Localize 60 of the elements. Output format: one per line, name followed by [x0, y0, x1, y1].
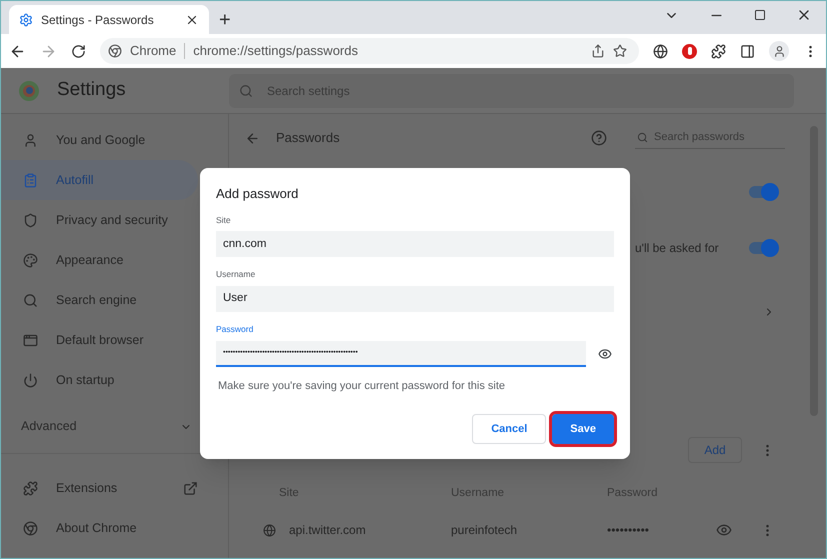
- maximize-icon[interactable]: [754, 9, 766, 21]
- tab-title: Settings - Passwords: [41, 12, 155, 28]
- globe-icon: [263, 524, 276, 536]
- sidebar-item[interactable]: Privacy and security: [1, 200, 198, 240]
- input-field[interactable]: cnn.com: [216, 231, 614, 258]
- share-icon[interactable]: [591, 44, 605, 58]
- puzzle-icon: [23, 480, 38, 496]
- table-cell-text: pureinfotech: [451, 522, 518, 539]
- field-label: Password: [216, 323, 254, 336]
- dialog-title: Add password: [216, 185, 300, 203]
- sidebar-item[interactable]: About Chrome: [1, 508, 228, 548]
- sidebar-item[interactable]: Appearance: [1, 240, 198, 280]
- input-field[interactable]: User: [216, 286, 614, 312]
- extension-icon[interactable]: [682, 44, 697, 58]
- search-icon: [23, 292, 38, 308]
- new-tab-button[interactable]: +: [219, 10, 231, 30]
- puzzle-icon[interactable]: [711, 44, 726, 58]
- globe-icon[interactable]: [653, 44, 668, 58]
- page-title: Passwords: [276, 129, 341, 148]
- search-icon: [637, 132, 648, 143]
- toggle-switch[interactable]: [749, 186, 777, 198]
- sidebar-item[interactable]: Extensions: [1, 468, 228, 508]
- gear-icon: [19, 12, 33, 26]
- sidebar-item[interactable]: Default browser: [1, 320, 198, 360]
- cancel-button[interactable]: Cancel: [472, 414, 546, 444]
- power-icon: [23, 372, 38, 388]
- field-label: Username: [216, 268, 256, 281]
- browser-window-icon: [23, 332, 38, 348]
- profile-avatar[interactable]: [769, 41, 789, 61]
- table-cell-text: api.twitter.com: [288, 522, 367, 539]
- side-panel-icon[interactable]: [740, 44, 755, 58]
- eye-icon[interactable]: [598, 346, 612, 361]
- toggle-switch[interactable]: [749, 242, 777, 254]
- add-button[interactable]: Add: [688, 437, 742, 463]
- advanced-section-label[interactable]: Advanced: [21, 417, 77, 436]
- browser-tab[interactable]: Settings - Passwords: [9, 5, 209, 34]
- sidebar-item[interactable]: Search engine: [1, 280, 198, 320]
- address-bar[interactable]: Chrome chrome://settings/passwords: [100, 38, 639, 64]
- field-label: Site: [216, 214, 232, 226]
- clipboard-icon: [23, 172, 38, 188]
- url-text: chrome://settings/passwords: [193, 42, 359, 60]
- table-cell-text: ••••••••••: [607, 522, 650, 539]
- reload-icon[interactable]: [71, 44, 86, 58]
- chrome-logo-icon: [108, 44, 122, 58]
- person-icon: [23, 132, 38, 148]
- shield-icon: [23, 212, 38, 228]
- star-icon[interactable]: [613, 44, 627, 58]
- chrome-logo-icon: [19, 80, 39, 100]
- search-icon: [239, 84, 253, 98]
- settings-title: Settings: [57, 78, 126, 102]
- palette-icon: [23, 252, 38, 268]
- help-icon[interactable]: [591, 130, 607, 146]
- site-chip-label: Chrome: [130, 42, 176, 60]
- sidebar-item[interactable]: Autofill: [1, 160, 198, 200]
- dialog-note: Make sure you're saving your current password for this site: [217, 378, 506, 394]
- sidebar-item[interactable]: You and Google: [1, 120, 198, 160]
- chrome-logo-icon: [23, 520, 38, 536]
- setting-description: u'll be asked for: [635, 240, 720, 257]
- sidebar-item[interactable]: On startup: [1, 360, 198, 400]
- save-button[interactable]: Save: [552, 414, 614, 444]
